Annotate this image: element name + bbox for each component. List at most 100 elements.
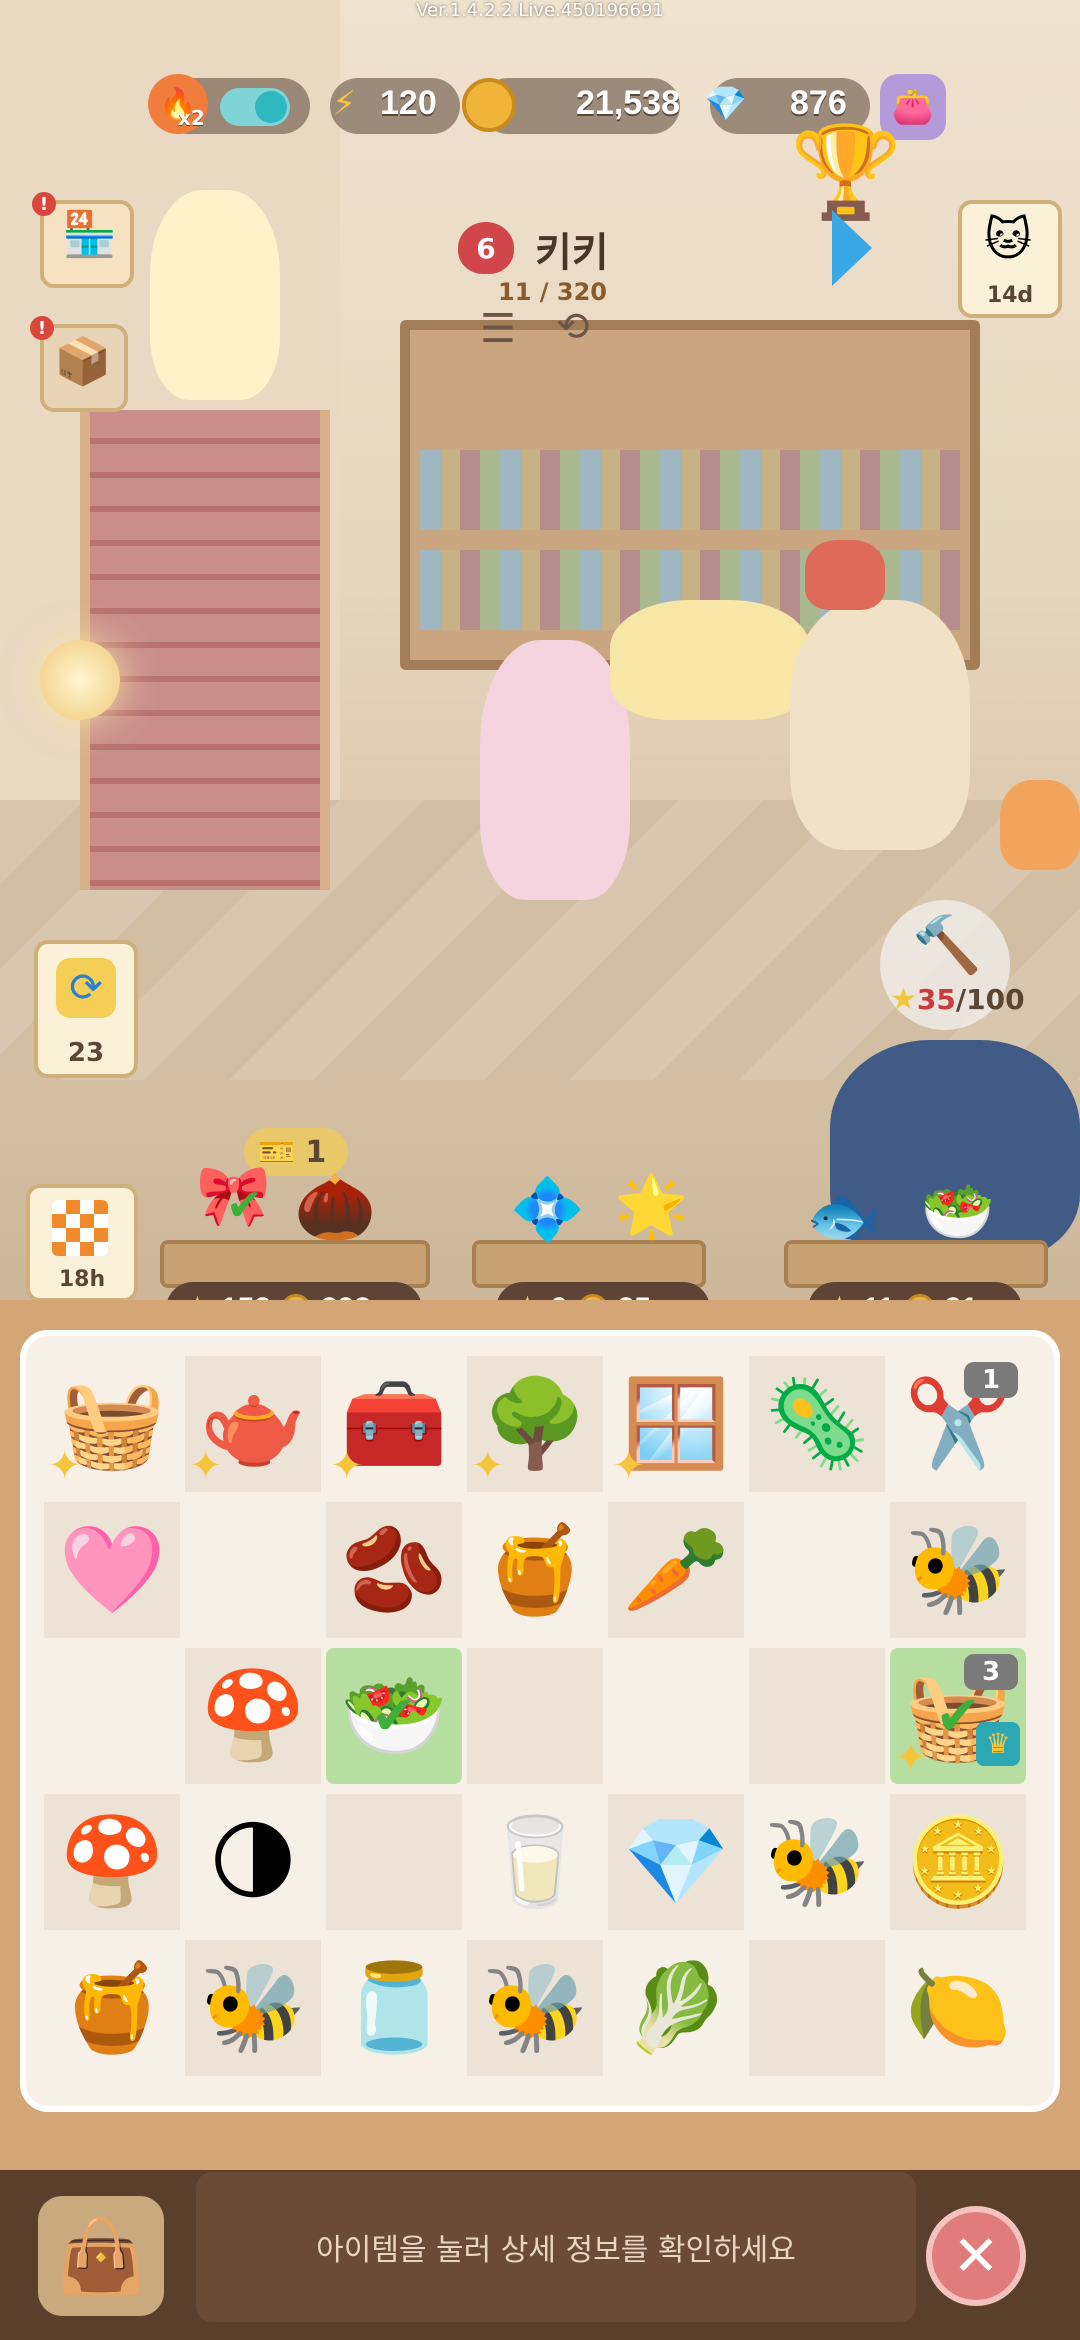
- board-cell[interactable]: 🫙: [326, 1940, 462, 2076]
- board-cell[interactable]: [749, 1502, 885, 1638]
- board-cell[interactable]: 🩷: [44, 1502, 180, 1638]
- star-icon: ★: [890, 982, 917, 1017]
- sparkle-icon: ✦: [48, 1443, 82, 1489]
- fish-icon: 🐟: [806, 1181, 881, 1251]
- board-cell[interactable]: 🐝: [890, 1502, 1026, 1638]
- board-cell[interactable]: 🪙: [890, 1794, 1026, 1930]
- calendar-event-button[interactable]: 🐱 14d: [958, 200, 1062, 318]
- item-info-hint: 아이템을 눌러 상세 정보를 확인하세요: [316, 2233, 796, 2268]
- board-cell[interactable]: 🧺 ✦: [44, 1356, 180, 1492]
- walnut-icon: 🌰: [294, 1168, 377, 1245]
- board-cell[interactable]: 🌗: [185, 1794, 321, 1930]
- mystery-box-button[interactable]: 📦: [40, 324, 128, 412]
- board-cell[interactable]: 🍯: [467, 1502, 603, 1638]
- cat-character-maid[interactable]: [150, 190, 280, 400]
- board-cell[interactable]: 🍯: [44, 1940, 180, 2076]
- board-cell[interactable]: 🍋: [890, 1940, 1026, 2076]
- beehive-icon: 🐝: [199, 1958, 307, 2058]
- lemon-icon: 🍋: [904, 1958, 1012, 2058]
- board-cell[interactable]: 🐝: [185, 1940, 321, 2076]
- affection-level-heart: 6: [458, 222, 514, 274]
- board-cell[interactable]: 🍄: [185, 1648, 321, 1784]
- hammer-current: 35: [916, 983, 956, 1016]
- close-button[interactable]: ✕: [926, 2206, 1026, 2306]
- board-cell[interactable]: [185, 1502, 321, 1638]
- heart-icon: 🩷: [58, 1520, 166, 1620]
- energy-value: 120: [380, 84, 437, 122]
- board-cell[interactable]: 🧺 ✦ ✔ 3 ♛: [890, 1648, 1026, 1784]
- cat-character-reading[interactable]: [610, 600, 810, 720]
- stack-count-badge: 3: [964, 1654, 1018, 1690]
- honeycomb-icon: 🍯: [58, 1958, 166, 2058]
- carrot-critter-icon[interactable]: [1000, 780, 1080, 870]
- coin-value: 21,538: [576, 84, 680, 122]
- sparkle-icon: ✦: [894, 1735, 928, 1781]
- board-cell[interactable]: [749, 1648, 885, 1784]
- board-cell[interactable]: 🥬: [608, 1940, 744, 2076]
- notification-badge: !: [32, 192, 56, 216]
- refresh-icon: ⟳: [56, 958, 116, 1018]
- virus-monster-icon: 🦠: [763, 1374, 871, 1474]
- board-cell[interactable]: [326, 1794, 462, 1930]
- board-cell[interactable]: 🍄: [44, 1794, 180, 1930]
- board-cell[interactable]: 💎: [608, 1794, 744, 1930]
- board-cell[interactable]: ✂️ 1: [890, 1356, 1026, 1492]
- affection-level: 6: [476, 231, 496, 265]
- ready-check-icon: ✔: [371, 1684, 417, 1747]
- board-cell[interactable]: 🐝: [467, 1940, 603, 2076]
- board-cell[interactable]: 🐝: [749, 1794, 885, 1930]
- board-cell[interactable]: 🥕: [608, 1502, 744, 1638]
- list-icon[interactable]: ☰: [480, 306, 516, 352]
- item-info-box: 아이템을 눌러 상세 정보를 확인하세요: [196, 2172, 916, 2322]
- inventory-bag-button[interactable]: 👜: [38, 2196, 164, 2316]
- board-cell[interactable]: 🥛: [467, 1794, 603, 1930]
- calendar-timer: 14d: [986, 283, 1034, 308]
- checker-flag-icon: [52, 1200, 108, 1256]
- cat-character-kiki[interactable]: [480, 640, 630, 900]
- event-timer: 18h: [58, 1267, 106, 1292]
- gem-icon: 💎: [704, 84, 748, 124]
- board-cell[interactable]: 🫘: [326, 1502, 462, 1638]
- gem-value: 876: [790, 84, 847, 122]
- swap-icon[interactable]: ⟲: [556, 304, 590, 350]
- bag-icon: 👜: [56, 2213, 146, 2298]
- shop-stall-button[interactable]: 🏪: [40, 200, 134, 288]
- sparkle-icon: ✦: [189, 1443, 223, 1489]
- sparkle-icon: ✦: [471, 1443, 505, 1489]
- board-cell[interactable]: 🌳 ✦: [467, 1356, 603, 1492]
- crown-icon: ♛: [976, 1722, 1020, 1766]
- version-label: Ver.1.4.2.2.Live.450196691: [416, 0, 664, 21]
- board-cell[interactable]: [467, 1648, 603, 1784]
- milk-jug-icon: 🥛: [481, 1812, 589, 1912]
- order-tray-2[interactable]: [472, 1240, 706, 1288]
- star-bottle-icon: 🌟: [614, 1171, 689, 1241]
- board-cell[interactable]: 🧰 ✦: [326, 1356, 462, 1492]
- board-cell[interactable]: [749, 1940, 885, 2076]
- event-button[interactable]: 18h: [26, 1184, 138, 1302]
- ready-check-icon: ✔: [226, 1180, 263, 1231]
- sparkle-icon: ✦: [330, 1443, 364, 1489]
- board-cell[interactable]: 🪟 ✦: [608, 1356, 744, 1492]
- cat-character-owl-hat[interactable]: [790, 600, 970, 850]
- paw-gem-icon: 💠: [510, 1175, 585, 1245]
- radish-icon: 🥬: [622, 1958, 730, 2058]
- hammer-total: /100: [955, 983, 1025, 1016]
- coin-icon: [462, 78, 516, 132]
- carrot-icon: 🥕: [622, 1520, 730, 1620]
- salad-bowl-icon: 🥗: [920, 1177, 995, 1247]
- refresh-button[interactable]: ⟳ 23: [34, 940, 138, 1078]
- next-arrow-icon[interactable]: [832, 210, 872, 286]
- mystery-box-icon: 📦: [54, 334, 112, 388]
- ticket-count: 1: [305, 1134, 327, 1170]
- board-cell[interactable]: 🦠: [749, 1356, 885, 1492]
- board-cell[interactable]: 🫖 ✦: [185, 1356, 321, 1492]
- toggle-knob: [255, 91, 287, 123]
- order-tray-1[interactable]: [160, 1240, 430, 1288]
- mushroom-icon: 🍄: [199, 1666, 307, 1766]
- board-cell[interactable]: [44, 1648, 180, 1784]
- gold-coin-icon: 🪙: [904, 1812, 1012, 1912]
- board-cell[interactable]: [608, 1648, 744, 1784]
- boost-toggle[interactable]: [220, 88, 290, 126]
- board-cell[interactable]: 🥗 ✔: [326, 1648, 462, 1784]
- game-scene[interactable]: [0, 0, 1080, 1300]
